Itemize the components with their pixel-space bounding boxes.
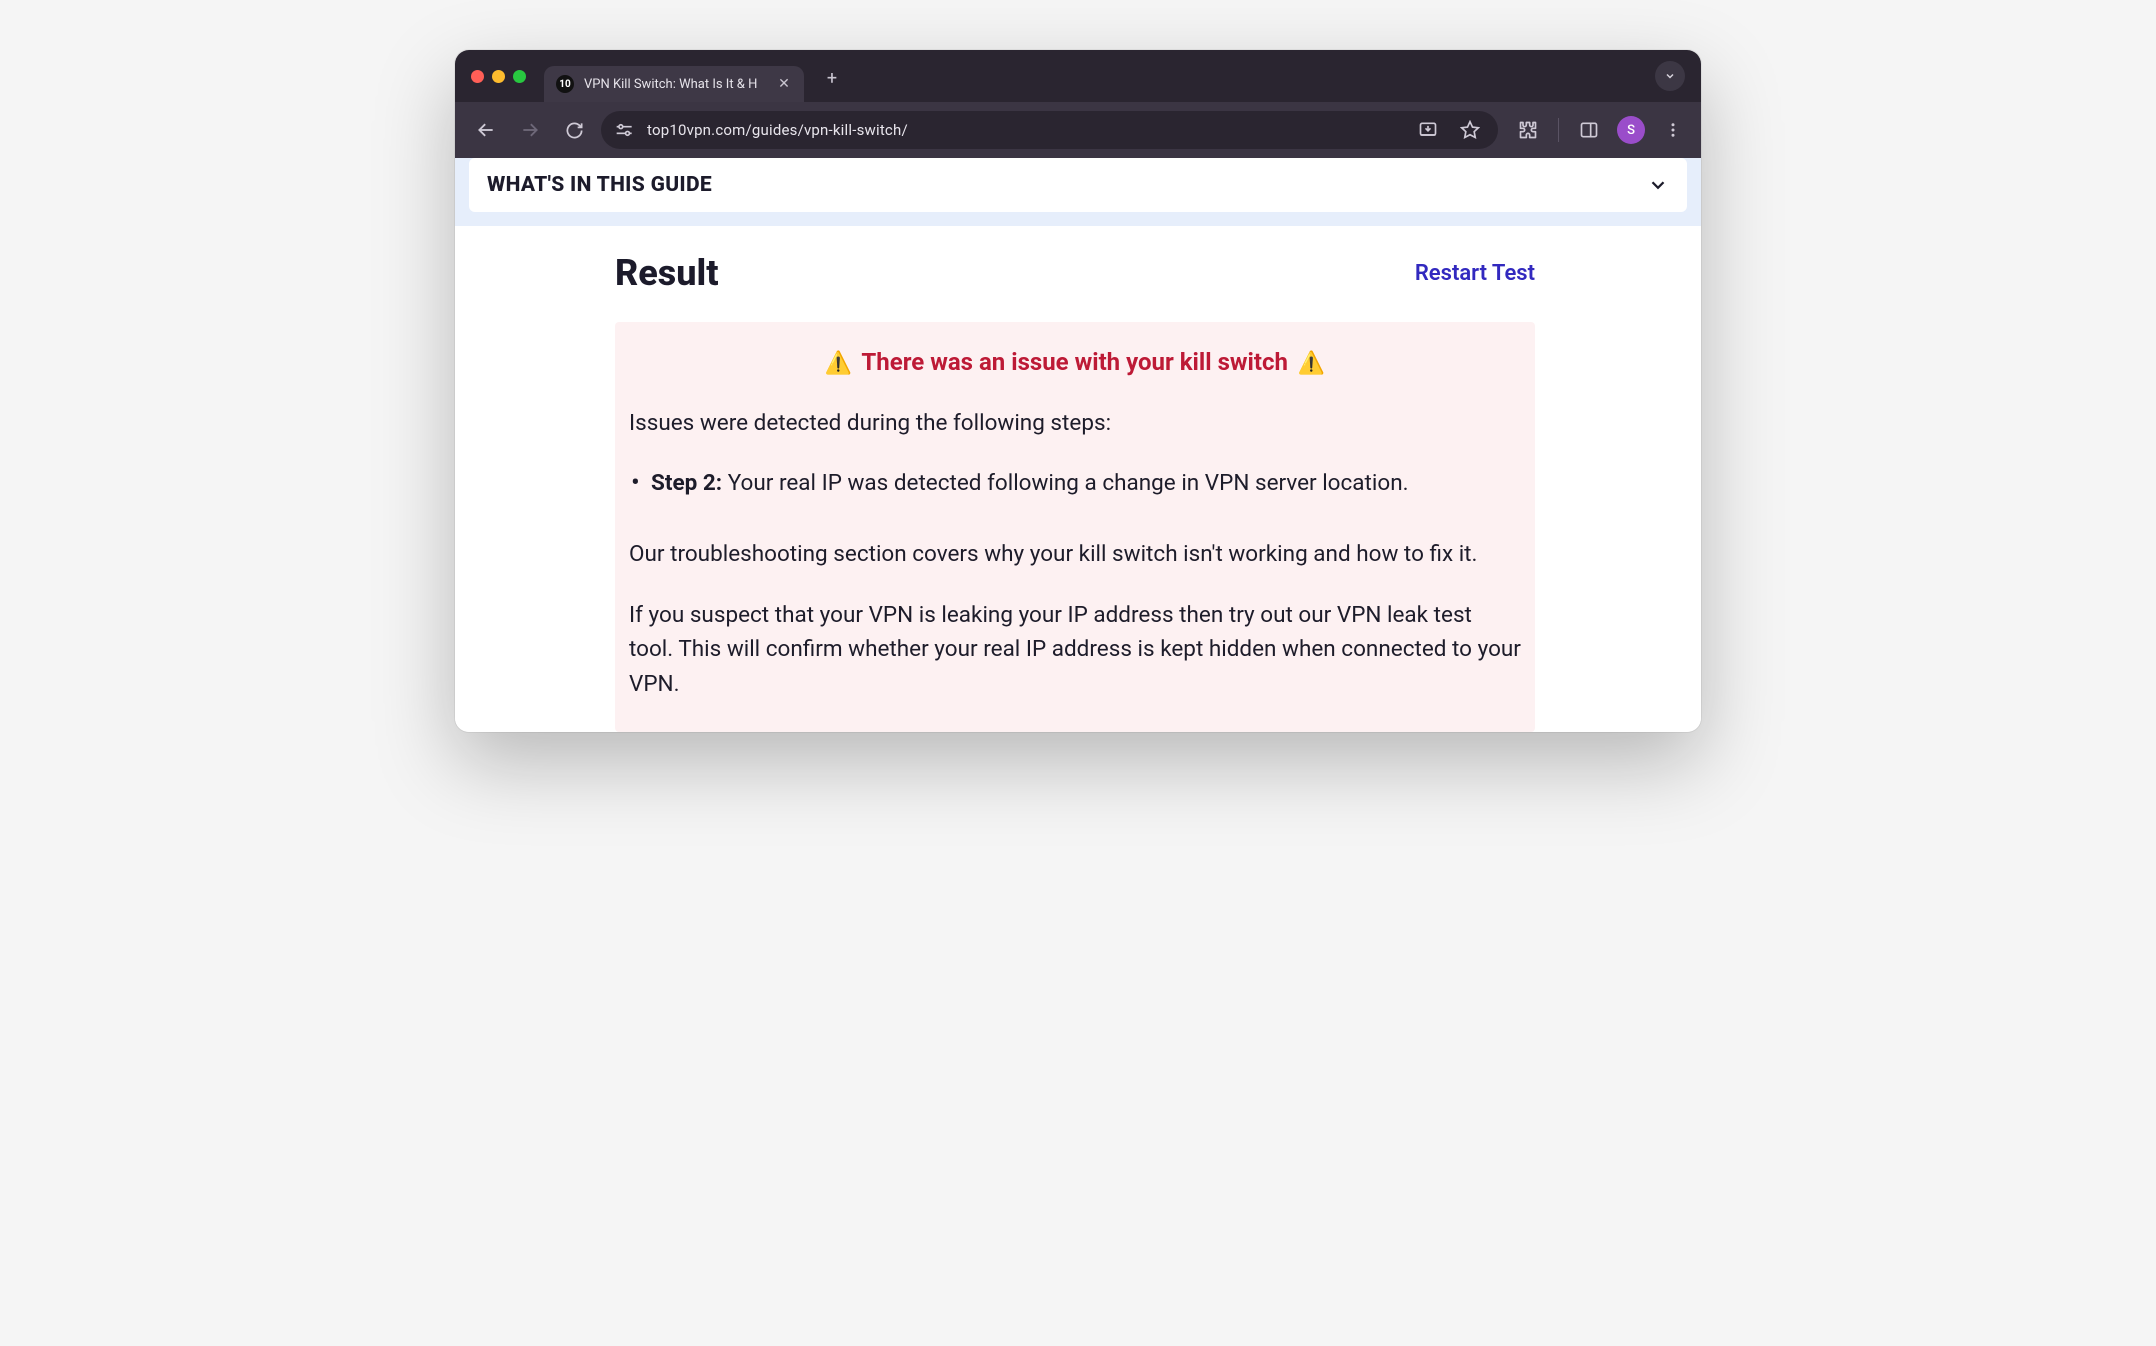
guide-toc-label: WHAT'S IN THIS GUIDE bbox=[487, 173, 712, 197]
chevron-down-icon bbox=[1664, 70, 1676, 82]
guide-bar-container: WHAT'S IN THIS GUIDE bbox=[455, 158, 1701, 226]
bookmark-button[interactable] bbox=[1456, 116, 1484, 144]
tab-search-button[interactable] bbox=[1655, 61, 1685, 91]
troubleshoot-text: Our troubleshooting section covers why y… bbox=[629, 537, 1521, 572]
back-button[interactable] bbox=[469, 113, 503, 147]
page-content: WHAT'S IN THIS GUIDE Result Restart Test… bbox=[455, 158, 1701, 732]
site-settings-button[interactable] bbox=[615, 121, 635, 139]
url-text: top10vpn.com/guides/vpn-kill-switch/ bbox=[647, 121, 1402, 139]
restart-test-link[interactable]: Restart Test bbox=[1415, 261, 1535, 286]
window-controls bbox=[471, 70, 526, 83]
warning-icon: ⚠️ bbox=[825, 351, 852, 376]
browser-tab[interactable]: 10 VPN Kill Switch: What Is It & H ✕ bbox=[544, 66, 804, 102]
browser-menu-button[interactable] bbox=[1659, 116, 1687, 144]
arrow-left-icon bbox=[476, 120, 496, 140]
warning-heading-text: There was an issue with your kill switch bbox=[861, 348, 1288, 376]
issue-step-label: Step 2: bbox=[651, 470, 722, 496]
leak-test-text: If you suspect that your VPN is leaking … bbox=[629, 598, 1521, 703]
tab-title: VPN Kill Switch: What Is It & H bbox=[584, 77, 766, 92]
result-title: Result bbox=[615, 252, 719, 294]
address-bar[interactable]: top10vpn.com/guides/vpn-kill-switch/ bbox=[601, 111, 1498, 149]
new-tab-button[interactable]: + bbox=[818, 68, 846, 89]
guide-toc-toggle[interactable]: WHAT'S IN THIS GUIDE bbox=[469, 158, 1687, 212]
titlebar: 10 VPN Kill Switch: What Is It & H ✕ + bbox=[455, 50, 1701, 102]
reload-icon bbox=[565, 121, 584, 140]
warning-icon: ⚠️ bbox=[1298, 351, 1325, 376]
minimize-window-button[interactable] bbox=[492, 70, 505, 83]
extensions-button[interactable] bbox=[1514, 116, 1542, 144]
side-panel-button[interactable] bbox=[1575, 116, 1603, 144]
reload-button[interactable] bbox=[557, 113, 591, 147]
tune-icon bbox=[615, 121, 635, 139]
issues-intro: Issues were detected during the followin… bbox=[629, 406, 1521, 441]
result-alert-box: ⚠️ There was an issue with your kill swi… bbox=[615, 322, 1535, 732]
browser-toolbar: top10vpn.com/guides/vpn-kill-switch/ S bbox=[455, 102, 1701, 158]
star-icon bbox=[1460, 120, 1480, 140]
install-icon bbox=[1418, 120, 1438, 140]
close-window-button[interactable] bbox=[471, 70, 484, 83]
toolbar-divider bbox=[1558, 118, 1559, 142]
result-header: Result Restart Test bbox=[615, 252, 1535, 294]
tab-favicon: 10 bbox=[556, 75, 574, 93]
issue-item: Step 2: Your real IP was detected follow… bbox=[651, 467, 1521, 501]
close-tab-button[interactable]: ✕ bbox=[776, 76, 792, 92]
warning-heading: ⚠️ There was an issue with your kill swi… bbox=[629, 348, 1521, 376]
browser-window: 10 VPN Kill Switch: What Is It & H ✕ + bbox=[455, 50, 1701, 732]
panel-icon bbox=[1579, 120, 1599, 140]
install-app-button[interactable] bbox=[1414, 116, 1442, 144]
chevron-down-icon bbox=[1647, 174, 1669, 196]
profile-avatar[interactable]: S bbox=[1617, 116, 1645, 144]
arrow-right-icon bbox=[520, 120, 540, 140]
maximize-window-button[interactable] bbox=[513, 70, 526, 83]
kebab-icon bbox=[1664, 121, 1682, 139]
issue-step-text: Your real IP was detected following a ch… bbox=[722, 470, 1408, 496]
forward-button[interactable] bbox=[513, 113, 547, 147]
issue-list: Step 2: Your real IP was detected follow… bbox=[629, 467, 1521, 501]
puzzle-icon bbox=[1518, 120, 1538, 140]
